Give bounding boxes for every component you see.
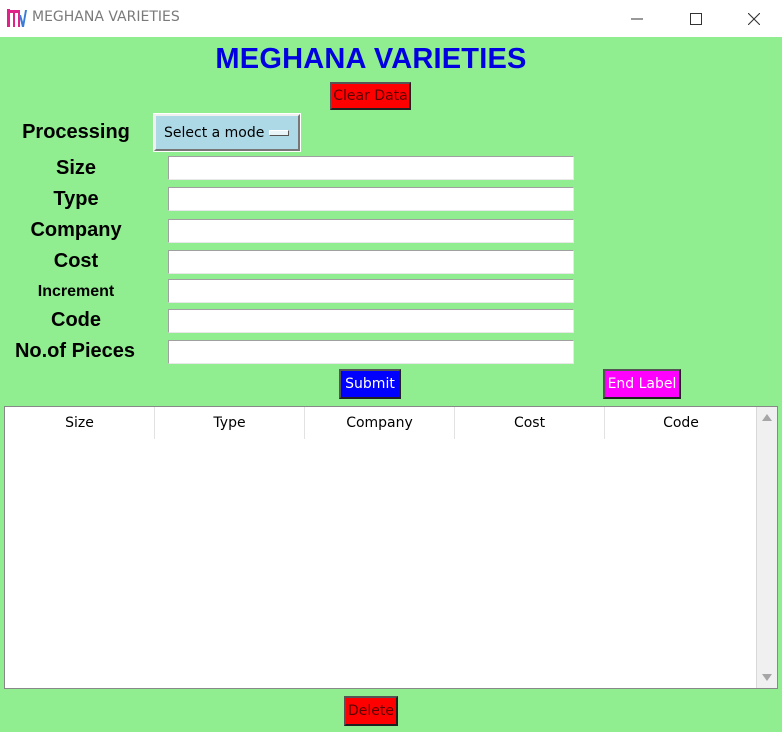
window-titlebar: MEGHANA VARIETIES — [0, 0, 782, 37]
code-input[interactable] — [168, 309, 574, 333]
main-panel: MEGHANA VARIETIES Clear Data Processing … — [0, 37, 782, 732]
column-header-company[interactable]: Company — [305, 407, 455, 439]
type-label: Type — [53, 188, 99, 210]
window-title: MEGHANA VARIETIES — [32, 9, 180, 25]
company-label: Company — [30, 219, 122, 241]
scroll-down-icon[interactable] — [762, 674, 772, 681]
minimize-icon — [631, 18, 643, 19]
end-label-button[interactable]: End Label — [603, 369, 681, 399]
company-input[interactable] — [168, 219, 574, 243]
column-header-size[interactable]: Size — [5, 407, 155, 439]
size-input[interactable] — [168, 156, 574, 180]
table-header: Size Type Company Cost Code — [5, 407, 757, 439]
size-label: Size — [55, 157, 97, 179]
mode-select-value: Select a mode — [164, 124, 265, 141]
processing-label: Processing — [22, 121, 130, 143]
page-title: MEGHANA VARIETIES — [215, 43, 527, 75]
records-table[interactable]: Size Type Company Cost Code — [4, 406, 778, 689]
maximize-icon — [690, 12, 702, 25]
column-header-cost[interactable]: Cost — [455, 407, 605, 439]
mode-select[interactable]: Select a mode — [153, 113, 301, 152]
menu-indicator-icon — [269, 130, 289, 136]
code-label: Code — [51, 309, 101, 331]
close-button[interactable] — [725, 0, 782, 37]
type-input[interactable] — [168, 187, 574, 211]
scroll-up-icon[interactable] — [762, 414, 772, 421]
cost-label: Cost — [53, 250, 99, 272]
tk-app-icon — [6, 7, 28, 29]
minimize-button[interactable] — [608, 0, 666, 37]
submit-button[interactable]: Submit — [339, 369, 401, 399]
maximize-button[interactable] — [667, 0, 725, 37]
cost-input[interactable] — [168, 250, 574, 274]
close-icon — [748, 12, 760, 25]
pieces-input[interactable] — [168, 340, 574, 364]
increment-label: Increment — [37, 283, 115, 300]
column-header-type[interactable]: Type — [155, 407, 305, 439]
clear-data-button[interactable]: Clear Data — [330, 82, 411, 110]
column-header-code[interactable]: Code — [605, 407, 757, 439]
increment-input[interactable] — [168, 279, 574, 303]
delete-button[interactable]: Delete — [344, 696, 398, 726]
pieces-label: No.of Pieces — [14, 340, 136, 362]
table-scrollbar[interactable] — [756, 407, 777, 688]
